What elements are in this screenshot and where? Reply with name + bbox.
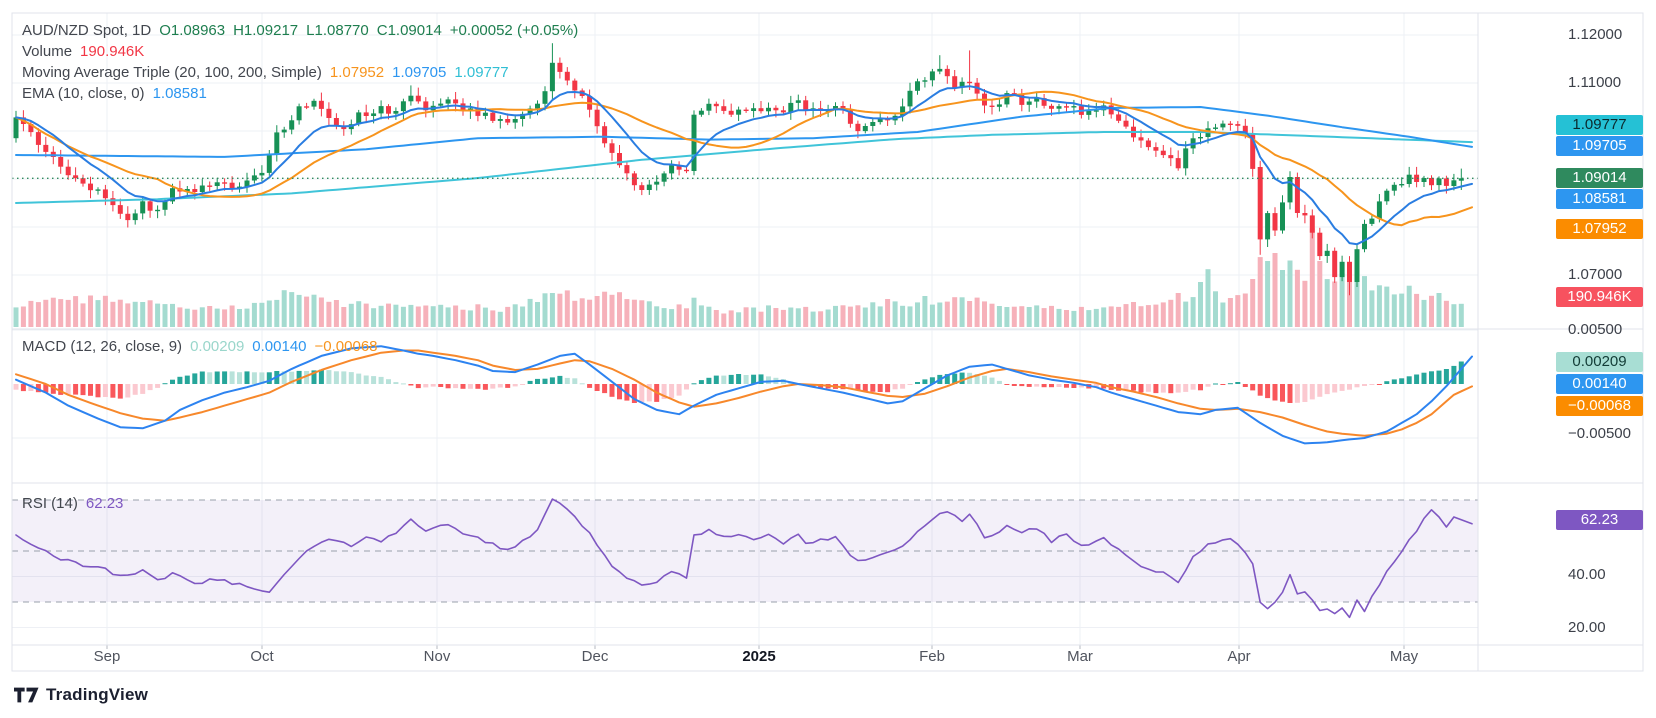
price-badge-ma20: 1.07952 bbox=[1556, 219, 1643, 239]
ma20-value: 1.07952 bbox=[330, 63, 384, 83]
volume-title: Volume bbox=[22, 42, 72, 62]
macd-badge-line: 0.00140 bbox=[1556, 374, 1643, 394]
ohlc-change: +0.00052 (+0.05%) bbox=[450, 21, 578, 41]
macd-tick-neg: −0.00500 bbox=[1568, 425, 1631, 443]
price-badge-ma200: 1.09777 bbox=[1556, 115, 1643, 135]
price-tick-1-07000: 1.07000 bbox=[1568, 266, 1622, 284]
macd-tick-pos: 0.00500 bbox=[1568, 321, 1622, 339]
time-label-feb: Feb bbox=[919, 648, 945, 666]
time-label-nov: Nov bbox=[424, 648, 451, 666]
legend-volume-row[interactable]: Volume 190.946K bbox=[22, 42, 144, 62]
macd-badge-signal: −0.00068 bbox=[1556, 396, 1643, 416]
macd-badge-hist: 0.00209 bbox=[1556, 352, 1643, 372]
time-label-dec: Dec bbox=[582, 648, 609, 666]
time-label-2025: 2025 bbox=[742, 648, 775, 666]
time-label-may: May bbox=[1390, 648, 1418, 666]
ma-triple-title: Moving Average Triple (20, 100, 200, Sim… bbox=[22, 63, 322, 83]
price-tick-1-12000: 1.12000 bbox=[1568, 26, 1622, 44]
ema-value: 1.08581 bbox=[153, 84, 207, 104]
macd-line-value: 0.00140 bbox=[252, 337, 306, 357]
price-tick-1-11000: 1.11000 bbox=[1568, 74, 1621, 92]
legend-macd-row[interactable]: MACD (12, 26, close, 9) 0.00209 0.00140 … bbox=[22, 337, 378, 357]
tradingview-label: TradingView bbox=[46, 685, 148, 705]
macd-hist-value: 0.00209 bbox=[190, 337, 244, 357]
legend-symbol-row[interactable]: AUD/NZD Spot, 1D O1.08963 H1.09217 L1.08… bbox=[22, 21, 578, 41]
price-badge-last: 1.09014 bbox=[1556, 168, 1643, 188]
tradingview-icon bbox=[14, 687, 39, 703]
macd-title: MACD (12, 26, close, 9) bbox=[22, 337, 182, 357]
chart-canvas[interactable] bbox=[0, 0, 1656, 718]
ma200-value: 1.09777 bbox=[454, 63, 508, 83]
symbol-title: AUD/NZD Spot, 1D bbox=[22, 21, 151, 41]
rsi-value: 62.23 bbox=[86, 494, 124, 514]
legend-ema-row[interactable]: EMA (10, close, 0) 1.08581 bbox=[22, 84, 207, 104]
time-label-sep: Sep bbox=[94, 648, 121, 666]
rsi-title: RSI (14) bbox=[22, 494, 78, 514]
ohlc-open: O1.08963 bbox=[159, 21, 225, 41]
macd-signal-value: −0.00068 bbox=[315, 337, 378, 357]
rsi-badge: 62.23 bbox=[1556, 510, 1643, 530]
ohlc-low: L1.08770 bbox=[306, 21, 369, 41]
ohlc-high: H1.09217 bbox=[233, 21, 298, 41]
time-label-oct: Oct bbox=[250, 648, 273, 666]
ohlc-close: C1.09014 bbox=[377, 21, 442, 41]
ma100-value: 1.09705 bbox=[392, 63, 446, 83]
rsi-tick-40: 40.00 bbox=[1568, 566, 1606, 584]
price-badge-ema10: 1.08581 bbox=[1556, 189, 1643, 209]
ema-title: EMA (10, close, 0) bbox=[22, 84, 145, 104]
price-badge-ma100: 1.09705 bbox=[1556, 136, 1643, 156]
rsi-tick-20: 20.00 bbox=[1568, 619, 1606, 637]
price-badge-volume: 190.946K bbox=[1556, 287, 1643, 307]
time-label-apr: Apr bbox=[1227, 648, 1250, 666]
legend-rsi-row[interactable]: RSI (14) 62.23 bbox=[22, 494, 123, 514]
time-label-mar: Mar bbox=[1067, 648, 1093, 666]
legend-ma-row[interactable]: Moving Average Triple (20, 100, 200, Sim… bbox=[22, 63, 509, 83]
volume-value: 190.946K bbox=[80, 42, 144, 62]
tradingview-logo[interactable]: TradingView bbox=[14, 685, 148, 705]
